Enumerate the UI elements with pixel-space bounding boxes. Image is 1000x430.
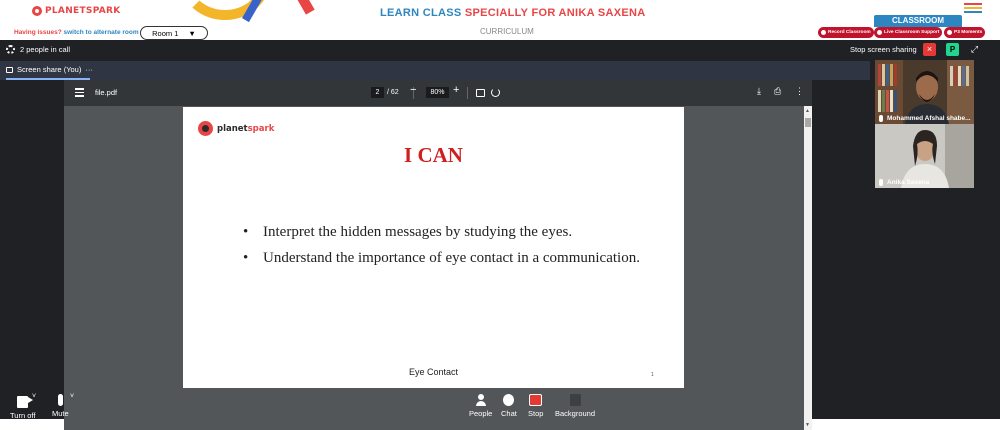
screen-icon	[6, 66, 13, 73]
participant-tile[interactable]: Anika Saxena	[875, 124, 974, 188]
control-label: Background	[555, 409, 596, 418]
screen-share-label: Screen share (You) ···	[6, 65, 93, 74]
control-label: People	[469, 409, 493, 418]
background-icon	[569, 394, 581, 406]
record-icon	[821, 30, 826, 35]
issues-notice: Having issues? switch to alternate room	[14, 29, 139, 36]
control-label: Mute	[52, 409, 69, 418]
camera-options-chevron-icon[interactable]: ˅	[32, 393, 36, 400]
more-options-icon[interactable]: ···	[85, 65, 93, 74]
pill-label: Live Classroom Support	[884, 30, 940, 35]
meeting-area: 2 people in call Stop screen sharing × P…	[0, 40, 1000, 430]
logo-text: PLANETSPARK	[45, 6, 121, 16]
curriculum-tab[interactable]: CURRICULUM	[480, 27, 534, 36]
people-button[interactable]: People	[469, 394, 492, 418]
mic-icon	[879, 179, 883, 186]
control-label: Chat	[501, 409, 517, 418]
banner-student: SPECIALLY FOR ANIKA SAXENA	[464, 7, 646, 19]
share-tab-text: Screen share (You)	[17, 65, 82, 74]
support-icon	[877, 30, 882, 35]
chat-icon	[503, 394, 515, 406]
scroll-up-icon[interactable]: ▲	[805, 108, 810, 114]
fullscreen-icon[interactable]: ⤢	[968, 43, 981, 56]
logo-icon	[32, 6, 42, 16]
microphone-icon	[57, 394, 63, 406]
page-number-input[interactable]: 2	[371, 87, 384, 98]
page-logo: planetspark	[198, 121, 274, 136]
slide-bullets: Interpret the hidden messages by studyin…	[243, 219, 663, 271]
more-vert-icon[interactable]: ⋮	[795, 86, 804, 97]
toolbar-divider	[467, 87, 468, 99]
dropdown-arrow-icon: ▼	[188, 28, 196, 38]
screen-share-tab[interactable]: Screen share (You) ···	[0, 61, 870, 80]
rotate-icon[interactable]	[491, 88, 500, 97]
stop-sharing-button[interactable]: ×	[923, 43, 936, 56]
scrollbar-thumb[interactable]	[805, 118, 811, 127]
pdf-viewer: file.pdf 2 / 62 − 80% + ⤓ ⎙ ⋮ planetspar…	[64, 80, 812, 430]
live-support-button[interactable]: Live Classroom Support	[874, 27, 943, 38]
print-icon[interactable]: ⎙	[774, 86, 781, 97]
meeting-top-bar: 2 people in call Stop screen sharing × P…	[0, 40, 1000, 61]
participant-name: Mohammed Afshal shabe...	[875, 115, 971, 122]
pdf-toolbar: file.pdf 2 / 62 − 80% + ⤓ ⎙ ⋮	[64, 80, 812, 106]
moments-icon	[947, 30, 952, 35]
call-controls: Turn off ˅ Mute ˅ People Chat Stop Backg…	[0, 390, 1000, 420]
p-button[interactable]: P	[946, 43, 959, 56]
issues-label: Having issues?	[14, 29, 62, 36]
pill-label: Record Classroom	[828, 30, 871, 35]
fit-page-icon[interactable]	[476, 89, 485, 97]
page-logo-text: planetspark	[217, 123, 275, 134]
participant-tile[interactable]: Mohammed Afshal shabe...	[875, 60, 974, 124]
bullet-item: Understand the importance of eye contact…	[243, 245, 663, 271]
pdf-scrollbar[interactable]: ▲ ▼	[804, 106, 812, 430]
stop-share-icon	[529, 394, 543, 406]
zoom-in-icon[interactable]: +	[453, 84, 459, 96]
scroll-down-icon[interactable]: ▼	[805, 422, 810, 428]
stop-sharing-label: Stop screen sharing	[850, 45, 917, 54]
participant-name: Anika Saxena	[875, 179, 929, 186]
alternate-room-link[interactable]: switch to alternate room	[64, 29, 139, 36]
app-header: PLANETSPARK LEARN CLASS SPECIALLY FOR AN…	[0, 0, 1000, 40]
download-icon[interactable]: ⤓	[757, 86, 761, 97]
participant-name-text: Mohammed Afshal shabe...	[887, 115, 971, 122]
mute-button[interactable]: Mute	[52, 394, 69, 418]
stop-share-button[interactable]: Stop	[528, 394, 543, 418]
room-select-value: Room 1	[152, 28, 179, 38]
people-icon	[475, 394, 487, 406]
zoom-level-input[interactable]: 80%	[426, 87, 449, 98]
info-bar: Having issues? switch to alternate room …	[0, 26, 1000, 40]
chat-button[interactable]: Chat	[501, 394, 517, 418]
background-button[interactable]: Background	[555, 394, 595, 418]
planetspark-logo-icon	[198, 121, 213, 136]
planetspark-logo[interactable]: PLANETSPARK	[32, 4, 121, 18]
p3-moments-button[interactable]: P3 Moments	[944, 27, 986, 38]
bullet-item: Interpret the hidden messages by studyin…	[243, 219, 663, 245]
control-label: Stop	[528, 409, 544, 418]
slide-footer: Eye Contact	[408, 367, 459, 377]
people-count-label: 2 people in call	[20, 45, 71, 54]
pdf-menu-icon[interactable]	[75, 88, 84, 99]
slide-page-number: 1	[651, 372, 654, 378]
camera-icon	[17, 396, 34, 408]
decorative-shape	[242, 0, 315, 30]
menu-icon[interactable]	[964, 3, 982, 15]
people-count[interactable]: 2 people in call	[6, 45, 70, 54]
participant-name-text: Anika Saxena	[887, 179, 930, 186]
page-total: / 62	[387, 89, 399, 96]
classroom-button[interactable]: CLASSROOM	[874, 15, 962, 27]
room-select[interactable]: Room 1 ▼	[140, 26, 208, 40]
pdf-filename: file.pdf	[95, 88, 118, 97]
mic-options-chevron-icon[interactable]: ˅	[70, 393, 74, 400]
pdf-page: planetspark I CAN Interpret the hidden m…	[183, 107, 684, 388]
settings-icon	[6, 45, 15, 54]
pill-label: P3 Moments	[954, 30, 983, 35]
record-classroom-button[interactable]: Record Classroom	[818, 27, 874, 38]
class-banner: LEARN CLASS SPECIALLY FOR ANIKA SAXENA	[380, 7, 645, 19]
banner-prefix: LEARN CLASS	[380, 7, 465, 19]
mic-icon	[879, 115, 883, 122]
slide-title: I CAN	[404, 143, 463, 167]
zoom-out-icon[interactable]: −	[410, 84, 416, 96]
